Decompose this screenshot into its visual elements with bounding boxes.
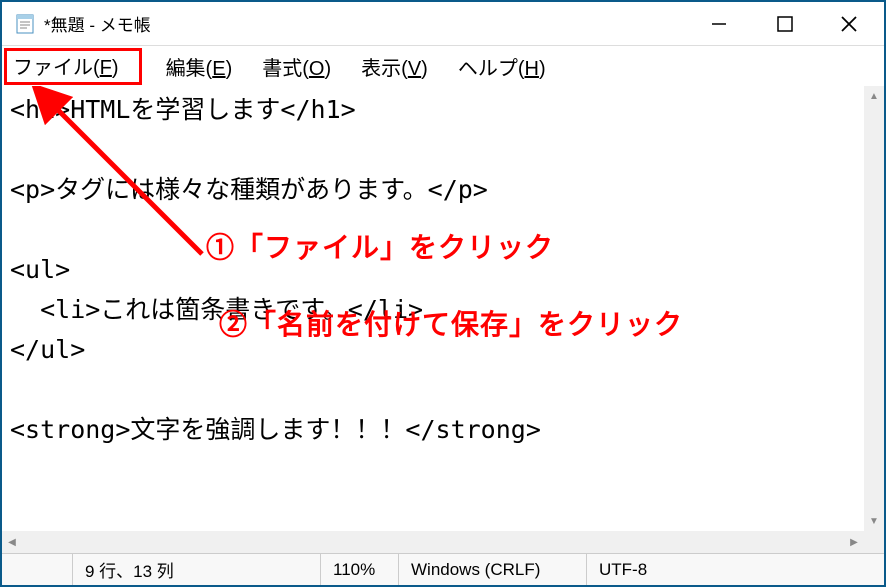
scroll-corner [864, 531, 884, 553]
maximize-button[interactable] [752, 2, 818, 45]
status-spacer [2, 554, 72, 585]
window-title: *無題 - メモ帳 [44, 11, 686, 36]
vertical-scrollbar[interactable]: ▲ ▼ [864, 86, 884, 531]
status-line-ending: Windows (CRLF) [398, 554, 586, 585]
menu-file[interactable]: ファイル(F) [4, 48, 142, 85]
close-button[interactable] [818, 2, 880, 45]
notepad-icon [14, 13, 36, 35]
status-bar: 9 行、13 列 110% Windows (CRLF) UTF-8 [2, 553, 884, 585]
menu-edit[interactable]: 編集(E) [160, 49, 239, 84]
scroll-left-icon[interactable]: ◀ [2, 531, 22, 553]
scroll-down-icon[interactable]: ▼ [864, 511, 884, 531]
title-bar[interactable]: *無題 - メモ帳 [2, 2, 884, 46]
minimize-button[interactable] [686, 2, 752, 45]
menu-help[interactable]: ヘルプ(H) [452, 49, 552, 84]
content-area: <h1>HTMLを学習します</h1> <p>タグには様々な種類があります。</… [2, 86, 884, 553]
menu-view[interactable]: 表示(V) [355, 49, 434, 84]
text-editor[interactable]: <h1>HTMLを学習します</h1> <p>タグには様々な種類があります。</… [2, 86, 884, 553]
scroll-right-icon[interactable]: ▶ [844, 531, 864, 553]
horizontal-scrollbar[interactable]: ◀ ▶ [2, 531, 864, 553]
status-encoding: UTF-8 [586, 554, 884, 585]
status-position: 9 行、13 列 [72, 554, 320, 585]
notepad-window: *無題 - メモ帳 ファイル(F) 編集(E) 書式(O) [0, 0, 886, 587]
scroll-up-icon[interactable]: ▲ [864, 86, 884, 106]
window-controls [686, 2, 880, 45]
menu-bar: ファイル(F) 編集(E) 書式(O) 表示(V) ヘルプ(H) [2, 46, 884, 86]
menu-format[interactable]: 書式(O) [256, 49, 337, 84]
status-zoom: 110% [320, 554, 398, 585]
